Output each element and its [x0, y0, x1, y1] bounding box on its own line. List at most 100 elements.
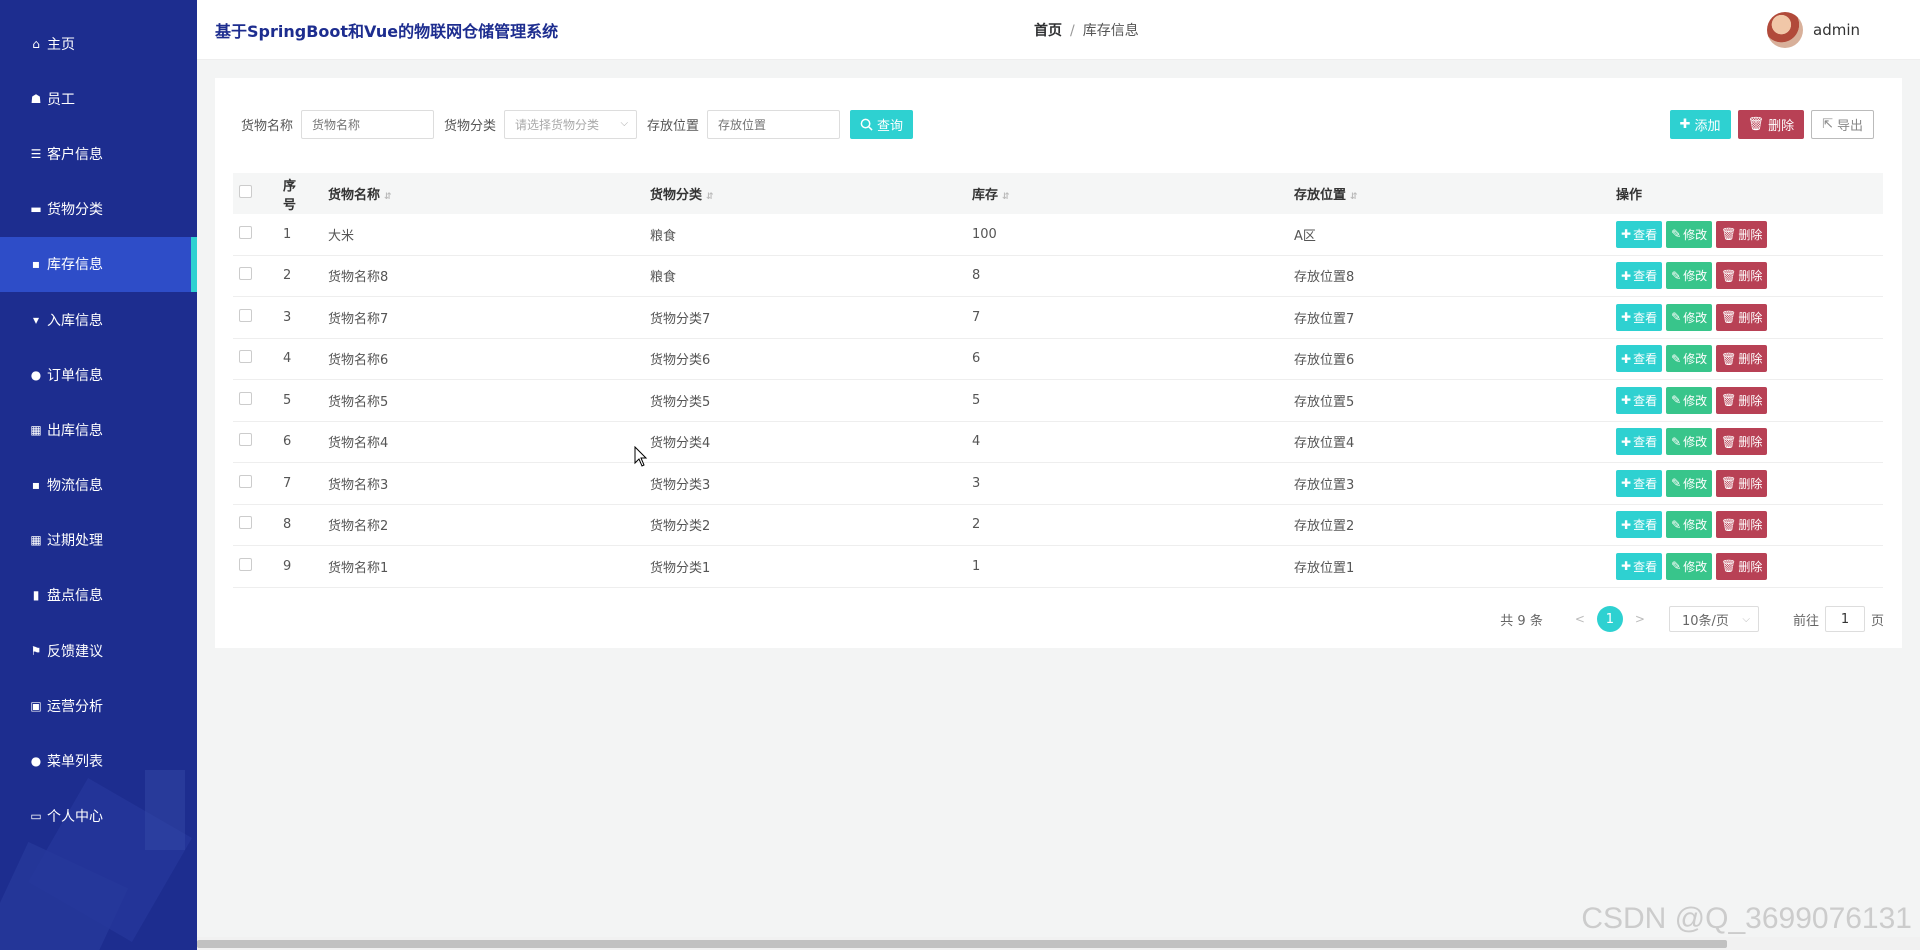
- view-button[interactable]: ✚ 查看: [1616, 511, 1663, 539]
- row-checkbox[interactable]: [239, 516, 252, 530]
- cell-category: 货物分类5: [650, 394, 711, 410]
- horizontal-scrollbar[interactable]: [197, 937, 1920, 950]
- sidebar-item-13[interactable]: ● 菜单列表: [0, 733, 197, 788]
- delete-button[interactable]: 🗑 删除: [1716, 511, 1768, 539]
- page-number[interactable]: 1: [1596, 606, 1623, 632]
- row-checkbox[interactable]: [239, 267, 252, 281]
- column-header-location[interactable]: 存放位置 ⇵: [1274, 184, 1596, 203]
- edit-button[interactable]: ✎ 修改: [1666, 386, 1713, 414]
- view-button[interactable]: ✚ 查看: [1616, 220, 1663, 248]
- table-row: 4 货物名称6 货物分类6 6 存放位置6 ✚ 查看 ✎ 修改 🗑 删除: [233, 339, 1883, 380]
- sidebar-item-9[interactable]: ▦ 过期处理: [0, 513, 197, 568]
- row-select-cell: [233, 516, 263, 533]
- view-button[interactable]: ✚ 查看: [1616, 386, 1663, 414]
- query-button[interactable]: 查询: [850, 110, 914, 139]
- view-button[interactable]: ✚ 查看: [1616, 262, 1663, 290]
- pagination: 共 9 条 < 1 > 10条/页 ⌵ 前往 页: [1500, 606, 1884, 632]
- sidebar: ⌂ 主页 ☗ 员工 ☰ 客户信息 ▬ 货物分类 ▪ 库存信息 ▾ 入库信息 ● 订单信息 ▦ 出库信息 ▪ 物流信…: [0, 0, 197, 950]
- username[interactable]: admin: [1813, 21, 1860, 39]
- cell-location: 存放位置3: [1294, 477, 1355, 493]
- sidebar-item-11[interactable]: ⚑ 反馈建议: [0, 623, 197, 678]
- edit-button[interactable]: ✎ 修改: [1666, 511, 1713, 539]
- delete-button[interactable]: 🗑 删除: [1716, 552, 1768, 580]
- row-select-cell: [233, 474, 263, 492]
- row-checkbox[interactable]: [239, 433, 252, 447]
- view-button[interactable]: ✚ 查看: [1616, 469, 1663, 497]
- delete-button[interactable]: 🗑 删除: [1716, 469, 1768, 497]
- edit-button[interactable]: ✎ 修改: [1666, 552, 1713, 580]
- delete-button[interactable]: 🗑 删除: [1716, 428, 1768, 456]
- sort-icon[interactable]: ⇵: [706, 192, 714, 202]
- sidebar-item-14[interactable]: ▭ 个人中心: [0, 789, 197, 844]
- breadcrumb-home[interactable]: 首页: [1034, 23, 1062, 39]
- delete-button[interactable]: 🗑 删除: [1716, 345, 1768, 373]
- sidebar-item-2[interactable]: ☰ 客户信息: [0, 126, 197, 181]
- delete-button[interactable]: 🗑 删除: [1716, 220, 1768, 248]
- watermark: CSDN @Q_3699076131: [1581, 902, 1912, 935]
- row-checkbox[interactable]: [239, 391, 252, 405]
- select-all-checkbox[interactable]: [239, 185, 252, 198]
- sidebar-item-8[interactable]: ▪ 物流信息: [0, 458, 197, 513]
- avatar[interactable]: [1767, 12, 1803, 48]
- edit-button[interactable]: ✎ 修改: [1666, 303, 1713, 331]
- view-button[interactable]: ✚ 查看: [1616, 303, 1663, 331]
- trash-icon: 🗑: [1721, 434, 1737, 449]
- column-header-stock[interactable]: 库存 ⇵: [952, 184, 1274, 203]
- sidebar-item-4[interactable]: ▪ 库存信息: [0, 236, 197, 293]
- column-header-name[interactable]: 货物名称 ⇵: [308, 184, 630, 203]
- delete-button[interactable]: 🗑 删除: [1716, 262, 1768, 290]
- sidebar-item-10[interactable]: ▮ 盘点信息: [0, 568, 197, 623]
- goto-page-input[interactable]: [1824, 606, 1865, 632]
- batch-delete-button[interactable]: 🗑 删除: [1737, 110, 1805, 139]
- export-button[interactable]: ⇱ 导出: [1811, 110, 1874, 139]
- column-header-category[interactable]: 货物分类 ⇵: [630, 184, 952, 203]
- row-checkbox[interactable]: [239, 474, 252, 488]
- cell-no: 9: [283, 558, 292, 574]
- goods-name-input[interactable]: [301, 110, 435, 139]
- edit-button[interactable]: ✎ 修改: [1666, 262, 1713, 290]
- edit-button[interactable]: ✎ 修改: [1666, 469, 1713, 497]
- view-button[interactable]: ✚ 查看: [1616, 345, 1663, 373]
- goto-prefix: 前往: [1792, 613, 1819, 629]
- bar-chart-icon: ▮: [32, 588, 40, 603]
- row-checkbox[interactable]: [239, 350, 252, 364]
- sort-icon[interactable]: ⇵: [1002, 192, 1010, 202]
- sidebar-item-12[interactable]: ▣ 运营分析: [0, 678, 197, 733]
- sidebar-item-label: 运营分析: [47, 698, 103, 715]
- edit-icon: ✎: [1671, 351, 1682, 366]
- edit-icon: ✎: [1671, 393, 1682, 408]
- table-header: 序号 货物名称 ⇵ 货物分类 ⇵ 库存 ⇵ 存放位置 ⇵ 操作: [233, 173, 1883, 214]
- row-checkbox[interactable]: [239, 308, 252, 322]
- row-checkbox[interactable]: [239, 557, 252, 571]
- sidebar-item-6[interactable]: ● 订单信息: [0, 347, 197, 402]
- edit-icon: ✎: [1671, 517, 1682, 532]
- goods-category-select[interactable]: 请选择货物分类 ⌵: [504, 110, 638, 139]
- edit-button[interactable]: ✎ 修改: [1666, 428, 1713, 456]
- sidebar-item-5[interactable]: ▾ 入库信息: [0, 292, 197, 347]
- prev-page-icon[interactable]: <: [1575, 612, 1585, 626]
- next-page-icon[interactable]: >: [1635, 612, 1645, 626]
- edit-button[interactable]: ✎ 修改: [1666, 220, 1713, 248]
- user-icon: ●: [30, 367, 42, 382]
- delete-button[interactable]: 🗑 删除: [1716, 303, 1768, 331]
- sidebar-item-7[interactable]: ▦ 出库信息: [0, 402, 197, 457]
- scrollbar-thumb[interactable]: [197, 940, 1727, 948]
- storage-location-input[interactable]: [707, 110, 841, 139]
- cell-category: 粮食: [650, 270, 677, 286]
- view-button[interactable]: ✚ 查看: [1616, 428, 1663, 456]
- page-size-select[interactable]: 10条/页 ⌵: [1668, 606, 1759, 632]
- delete-button[interactable]: 🗑 删除: [1716, 386, 1768, 414]
- sidebar-item-0[interactable]: ⌂ 主页: [0, 16, 197, 71]
- add-button[interactable]: ✚ 添加: [1669, 110, 1731, 139]
- row-select-cell: [233, 308, 263, 326]
- view-button[interactable]: ✚ 查看: [1616, 552, 1663, 580]
- sort-icon[interactable]: ⇵: [1350, 192, 1358, 202]
- user-menu[interactable]: admin: [1767, 12, 1860, 48]
- cell-stock: 3: [972, 475, 981, 491]
- sort-icon[interactable]: ⇵: [384, 192, 392, 202]
- edit-button[interactable]: ✎ 修改: [1666, 345, 1713, 373]
- row-checkbox[interactable]: [239, 225, 252, 239]
- sidebar-item-3[interactable]: ▬ 货物分类: [0, 182, 197, 237]
- sidebar-item-1[interactable]: ☗ 员工: [0, 71, 197, 126]
- delete-button-label: 删除: [1738, 269, 1763, 284]
